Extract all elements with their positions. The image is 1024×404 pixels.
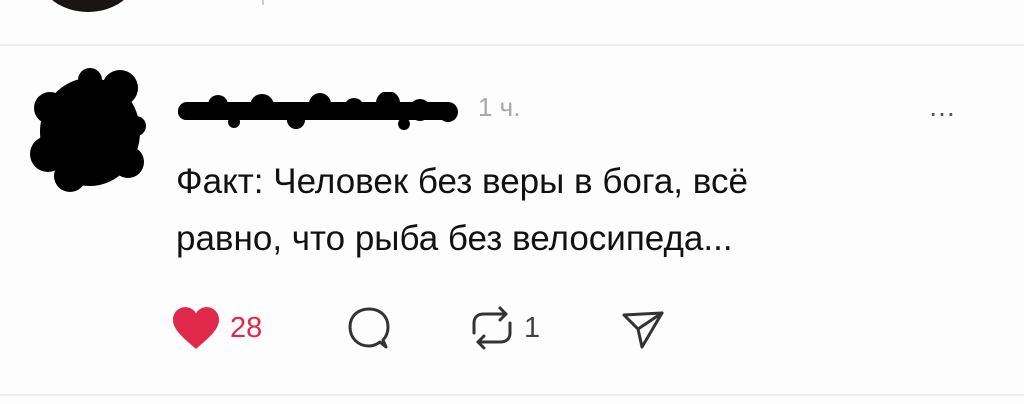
previous-post-avatar[interactable] (40, 0, 136, 12)
previous-post-fragment (262, 0, 264, 5)
share-button[interactable] (620, 300, 666, 356)
like-button[interactable]: 28 (170, 300, 262, 356)
post-text-line: равно, что рыба без велосипеда... (176, 219, 733, 258)
repost-button[interactable]: 1 (466, 300, 540, 356)
post-text: Факт: Человек без веры в бога, всё равно… (176, 153, 956, 267)
post-divider (0, 394, 1024, 396)
comment-bubble-icon (348, 307, 390, 349)
thread-feed: 1 ч. … Факт: Человек без веры в бога, вс… (0, 0, 1024, 404)
post-divider (0, 44, 1024, 46)
post-text-line: Факт: Человек без веры в бога, всё (176, 162, 748, 201)
repost-count: 1 (524, 312, 541, 344)
heart-icon (173, 307, 219, 349)
send-arrow-icon (622, 311, 664, 349)
repost-arrows-icon (472, 306, 512, 350)
post-timestamp: 1 ч. (478, 92, 521, 122)
like-count: 28 (230, 312, 263, 344)
redacted-avatar[interactable] (28, 66, 148, 196)
reply-button[interactable] (344, 300, 394, 356)
more-options-icon[interactable]: … (928, 92, 958, 122)
redacted-username[interactable] (174, 92, 464, 132)
